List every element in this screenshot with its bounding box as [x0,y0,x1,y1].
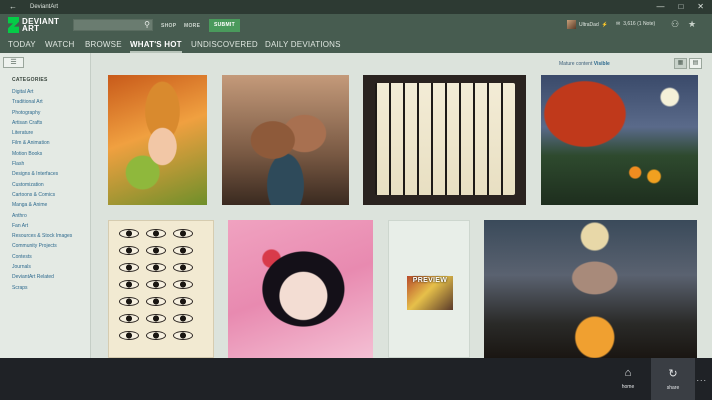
list-view-button[interactable]: ▤ [689,58,702,69]
share-label: share [666,385,680,391]
notes-link[interactable]: ✉ 3,616 (1 Note) [616,21,655,27]
user-menu[interactable]: UltraDad ⚡ [567,20,608,29]
more-link[interactable]: MORE [184,23,200,29]
category-digital-art[interactable]: Digital Art [12,87,72,97]
share-icon: ↻ [668,368,678,380]
lightning-icon: ⚡ [601,21,608,28]
category-traditional-art[interactable]: Traditional Art [12,97,72,107]
deviantart-logo[interactable]: DEVIANT ART [8,17,59,33]
category-fan-art[interactable]: Fan Art [12,221,72,231]
category-contests[interactable]: Contests [12,252,72,262]
menu-icon: ☰ [10,59,17,66]
sketchbook-image [375,83,515,195]
deviation-thumbnail[interactable] [108,75,207,205]
notes-count: 3,616 (1 Note) [623,21,656,27]
category-literature[interactable]: Literature [12,128,72,138]
category-artisan-crafts[interactable]: Artisan Crafts [12,118,72,128]
minimize-icon[interactable]: — [656,2,664,11]
back-arrow-icon[interactable]: ← [9,2,17,11]
category-scraps[interactable]: Scraps [12,283,72,293]
category-anthro[interactable]: Anthro [12,211,72,221]
shop-link[interactable]: SHOP [161,23,176,29]
window-title: DeviantArt [30,4,59,10]
deviation-thumbnail[interactable] [222,75,349,205]
categories-heading: CATEGORIES [12,77,48,83]
preview-badge: PREVIEW [407,276,453,310]
category-resources-stock[interactable]: Resources & Stock Images [12,231,72,241]
site-header: DEVIANT ART ⚲ SHOP MORE SUBMIT UltraDad … [0,14,712,37]
deviation-thumbnail[interactable] [541,75,698,205]
mature-content-value[interactable]: Visible [594,61,610,67]
maximize-icon[interactable]: □ [678,2,683,11]
deviation-thumbnail[interactable] [363,75,526,205]
home-button[interactable]: ⌂ home [606,358,650,400]
window-titlebar: ← DeviantArt — □ ✕ [0,0,712,14]
logo-wordmark: DEVIANT ART [22,18,59,33]
grid-view-button[interactable]: ▦ [674,58,687,69]
deviation-thumbnail[interactable] [228,220,373,358]
tab-daily-deviations[interactable]: DAILY DEVIATIONS [265,40,341,49]
friends-icon[interactable]: ⚇ [671,19,679,30]
category-sidebar: ☰ CATEGORIES Digital Art Traditional Art… [0,53,91,358]
username: UltraDad [579,21,599,28]
avatar [567,20,576,29]
tab-whats-hot[interactable]: WHAT'S HOT [130,40,182,53]
category-flash[interactable]: Flash [12,159,72,169]
category-cartoons-comics[interactable]: Cartoons & Comics [12,190,72,200]
category-designs-interfaces[interactable]: Designs & Interfaces [12,169,72,179]
category-list: Digital Art Traditional Art Photography … [12,87,72,293]
category-community-projects[interactable]: Community Projects [12,241,72,251]
window-controls: — □ ✕ [656,2,704,11]
section-tabs: TODAY WATCH BROWSE WHAT'S HOT UNDISCOVER… [0,37,712,53]
deviation-thumbnail[interactable]: PREVIEW [388,220,470,358]
tab-browse[interactable]: BROWSE [85,40,122,49]
tab-watch[interactable]: WATCH [45,40,74,49]
gallery-main: Mature content Visible ▦ ▤ PREVIEW [92,53,712,358]
grid-view-icon: ▦ [677,60,684,66]
list-view-icon: ▤ [692,60,699,66]
star-icon[interactable]: ★ [688,19,696,30]
mail-icon: ✉ [616,21,621,27]
close-icon[interactable]: ✕ [697,2,704,11]
more-options-icon[interactable]: ... [696,373,707,383]
submit-button[interactable]: SUBMIT [209,19,240,32]
home-label: home [621,384,635,390]
category-motion-books[interactable]: Motion Books [12,149,72,159]
deviantart-logo-icon [8,17,19,33]
mature-content-toggle[interactable]: Mature content Visible [559,61,610,67]
category-journals[interactable]: Journals [12,262,72,272]
search-input[interactable]: ⚲ [73,19,153,31]
category-manga-anime[interactable]: Manga & Anime [12,200,72,210]
category-film-animation[interactable]: Film & Animation [12,138,72,148]
sidebar-toggle-button[interactable]: ☰ [3,57,24,68]
mature-content-label: Mature content [559,61,593,67]
category-photography[interactable]: Photography [12,108,72,118]
deviation-thumbnail[interactable] [108,220,214,358]
eye-study-drawing [119,229,209,348]
search-icon[interactable]: ⚲ [144,20,150,29]
deviation-thumbnail[interactable] [484,220,697,358]
category-customization[interactable]: Customization [12,180,72,190]
home-icon: ⌂ [624,367,632,379]
logo-line-2: ART [22,24,40,33]
category-deviantart-related[interactable]: DeviantArt Related [12,272,72,282]
share-button[interactable]: ↻ share [651,358,695,400]
tab-today[interactable]: TODAY [8,40,36,49]
app-command-bar: ⌂ home ↻ share ... [0,358,712,400]
preview-label: PREVIEW [412,277,448,284]
tab-undiscovered[interactable]: UNDISCOVERED [191,40,258,49]
